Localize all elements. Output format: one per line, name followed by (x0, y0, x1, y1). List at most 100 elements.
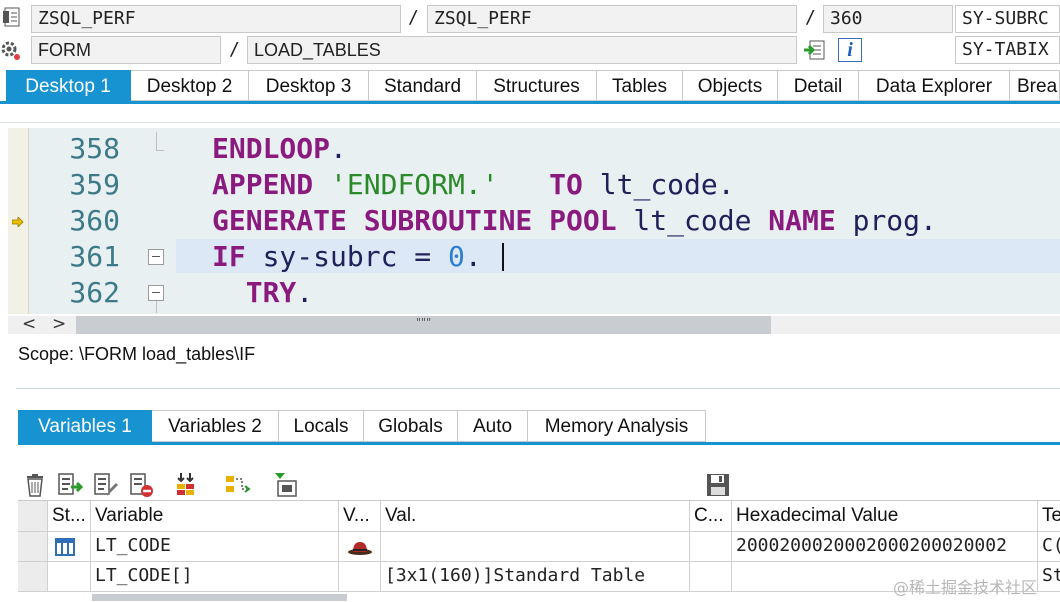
column-header-variable[interactable]: Variable (91, 501, 339, 532)
scroll-right-button[interactable]: > (52, 314, 66, 334)
table-row-text[interactable]: C( (1038, 532, 1060, 562)
table-row-value[interactable] (381, 532, 690, 562)
line-number: 362 (69, 276, 120, 309)
code-text: . (330, 132, 347, 165)
path-separator: / (408, 7, 419, 28)
column-header-value[interactable]: Val. (381, 501, 690, 532)
table-icon (55, 538, 75, 556)
export-icon[interactable] (803, 38, 827, 62)
line-number-field[interactable]: 360 (823, 5, 953, 33)
row-selector[interactable] (18, 532, 48, 562)
fold-guide (156, 132, 157, 150)
code-line: IF sy-subrc = 0. (212, 240, 482, 273)
tab-memory-analysis[interactable]: Memory Analysis (528, 410, 706, 442)
tab-locals[interactable]: Locals (279, 410, 364, 442)
tab-underline (0, 101, 1060, 104)
variables-tab-bar: Variables 1 Variables 2 Locals Globals A… (18, 410, 706, 443)
tab-desktop-1[interactable]: Desktop 1 (6, 70, 131, 101)
event-name-field[interactable]: LOAD_TABLES (247, 36, 797, 64)
code-text: . (296, 276, 314, 309)
text-cursor (502, 243, 504, 271)
tab-structures[interactable]: Structures (477, 70, 597, 101)
table-row-value[interactable]: [3x1(160)]Standard Table (381, 562, 690, 592)
info-icon[interactable]: i (838, 38, 862, 62)
code-keyword: ENDLOOP (212, 132, 331, 165)
code-string: 'ENDFORM.' (330, 168, 499, 201)
save-icon[interactable] (705, 472, 731, 498)
code-text: lt_code. (582, 168, 735, 201)
column-header-v[interactable]: V... (339, 501, 381, 532)
table-row-hex[interactable]: 2000200020002000200020002 (732, 532, 1038, 562)
fold-toggle[interactable] (148, 285, 164, 301)
row-selector[interactable] (18, 562, 48, 592)
tab-globals[interactable]: Globals (364, 410, 458, 442)
code-line: TRY. (212, 276, 313, 309)
line-number: 359 (69, 168, 120, 201)
table-row-variable[interactable]: LT_CODE[] (91, 562, 339, 592)
divider (0, 122, 1060, 123)
fold-toggle[interactable] (148, 249, 164, 265)
path-separator: / (229, 39, 240, 60)
code-keyword: GENERATE SUBROUTINE POOL (212, 204, 617, 237)
sy-tabix-field: SY-TABIX (955, 36, 1060, 64)
row-header-corner (18, 501, 48, 532)
edit-row-icon[interactable] (93, 472, 119, 498)
line-number: 361 (69, 240, 120, 273)
table-row-c (690, 532, 732, 562)
tab-variables-1[interactable]: Variables 1 (18, 410, 152, 442)
trash-icon[interactable] (22, 472, 48, 498)
include-name-field[interactable]: ZSQL_PERF (427, 5, 797, 33)
tab-variables-2[interactable]: Variables 2 (152, 410, 279, 442)
tab-desktop-3[interactable]: Desktop 3 (249, 70, 369, 101)
table-row-text[interactable]: St (1038, 562, 1060, 592)
swap-icon[interactable] (225, 472, 251, 498)
program-icon (2, 6, 22, 28)
scope-label: Scope: \FORM load_tables\IF (18, 344, 256, 364)
code-text: . (464, 240, 482, 273)
code-keyword: TO (549, 168, 583, 201)
table-row-v (339, 532, 381, 562)
import-icon[interactable] (272, 472, 298, 498)
sy-subrc-field: SY-SUBRC (955, 5, 1060, 33)
column-header-c[interactable]: C... (690, 501, 732, 532)
table-row-variable[interactable]: LT_CODE (91, 532, 339, 562)
tab-breakpoints[interactable]: Brea (1010, 70, 1060, 101)
program-name-field[interactable]: ZSQL_PERF (31, 5, 401, 33)
column-header-text[interactable]: Te (1038, 501, 1060, 532)
path-separator: / (805, 7, 816, 28)
code-keyword: APPEND (212, 168, 314, 201)
table-row-status (48, 532, 91, 562)
column-header-status[interactable]: St... (48, 501, 91, 532)
column-header-hex-value[interactable]: Hexadecimal Value (732, 501, 1038, 532)
tab-desktop-2[interactable]: Desktop 2 (131, 70, 249, 101)
code-number: 0 (448, 240, 465, 273)
tab-underline (18, 442, 1060, 445)
tab-standard[interactable]: Standard (369, 70, 477, 101)
tab-objects[interactable]: Objects (683, 70, 778, 101)
scroll-grip: """ (416, 316, 432, 329)
watermark: @稀土掘金技术社区 (893, 578, 1038, 597)
code-line: ENDLOOP. (212, 132, 347, 165)
tab-detail[interactable]: Detail (778, 70, 859, 101)
insert-row-icon[interactable] (57, 472, 84, 498)
fold-guide-end (156, 150, 164, 151)
table-row-c (690, 562, 732, 592)
line-number: 358 (69, 132, 120, 165)
delete-row-icon[interactable] (129, 472, 155, 498)
tab-data-explorer[interactable]: Data Explorer (859, 70, 1010, 101)
tab-tables[interactable]: Tables (597, 70, 683, 101)
event-type-field[interactable]: FORM (31, 36, 221, 64)
scroll-left-button[interactable]: < (22, 314, 36, 334)
fold-guide (156, 301, 157, 313)
hat-icon (348, 542, 372, 555)
code-keyword: NAME (768, 204, 836, 237)
code-line: GENERATE SUBROUTINE POOL lt_code NAME pr… (212, 204, 937, 237)
transfer-icon[interactable] (176, 472, 202, 498)
grid-horizontal-scrollbar[interactable] (92, 594, 347, 601)
execution-arrow-icon (11, 214, 24, 228)
table-row-v (339, 562, 381, 592)
tab-auto[interactable]: Auto (458, 410, 528, 442)
code-text: sy-subrc = (245, 240, 449, 273)
